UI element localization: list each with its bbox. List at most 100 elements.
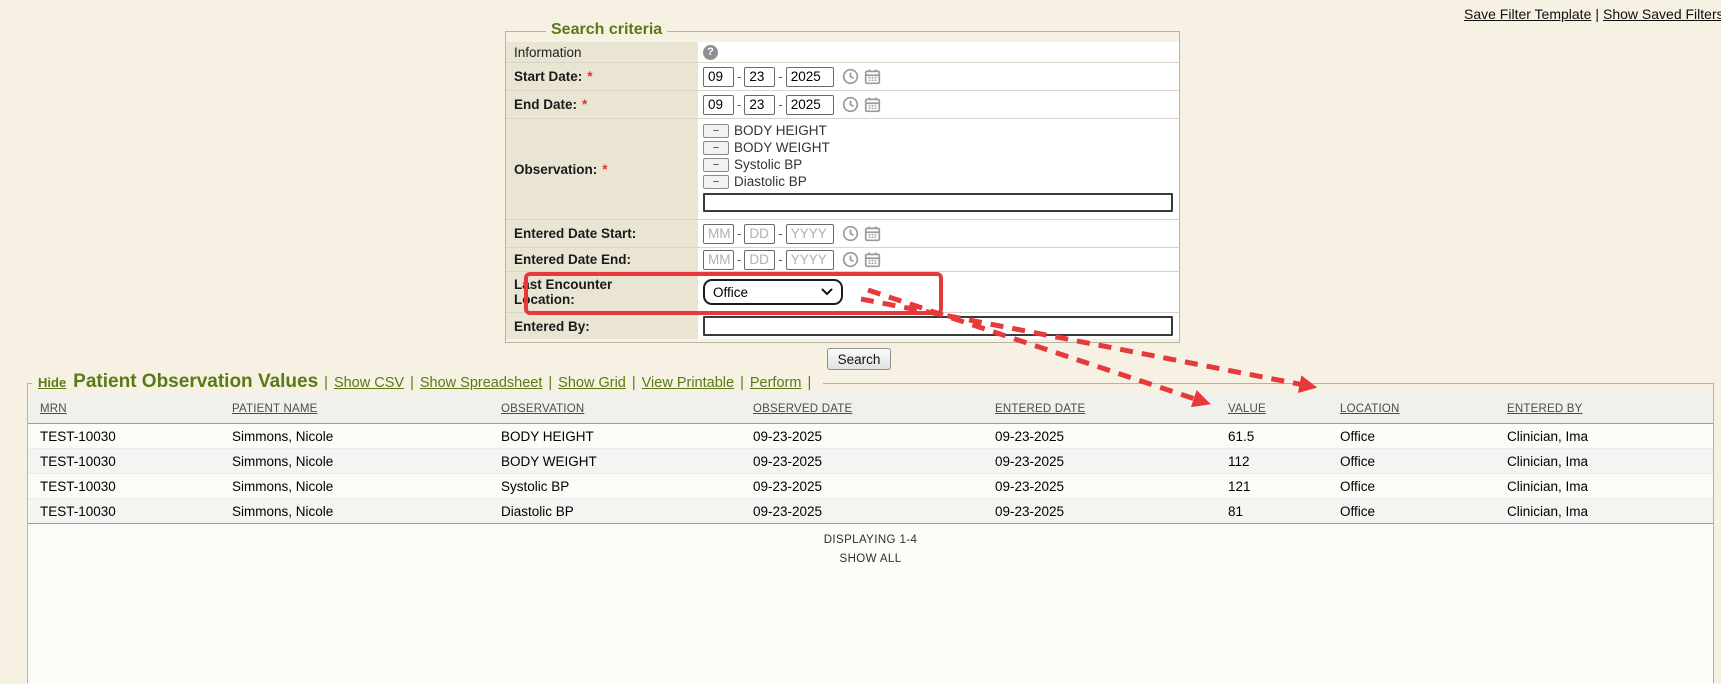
search-criteria-fieldset: Search criteria Information ? Start Date…: [505, 31, 1180, 343]
cell-mrn: TEST-10030: [28, 479, 232, 494]
entered-date-end-day-input[interactable]: [744, 250, 775, 270]
column-header-location[interactable]: LOCATION: [1340, 403, 1507, 415]
start-date-label: Start Date:: [514, 69, 582, 84]
clock-icon[interactable]: [842, 251, 859, 268]
remove-observation-button[interactable]: −: [703, 175, 729, 189]
patient-observation-values-section: Hide Patient Observation Values | Show C…: [27, 383, 1714, 683]
entered-date-end-month-input[interactable]: [703, 250, 734, 270]
cell-observation: Systolic BP: [501, 479, 753, 494]
save-filter-template-link[interactable]: Save Filter Template: [1464, 6, 1591, 22]
entered-date-start-year-input[interactable]: [786, 224, 834, 244]
entered-date-end-year-input[interactable]: [786, 250, 834, 270]
observation-item: − BODY HEIGHT: [703, 122, 1179, 139]
cell-observed-date: 09-23-2025: [753, 479, 995, 494]
remove-observation-button[interactable]: −: [703, 158, 729, 172]
legend-separator: |: [734, 375, 750, 391]
entered-by-label: Entered By:: [514, 319, 590, 334]
date-dash: -: [737, 97, 741, 112]
clock-icon[interactable]: [842, 68, 859, 85]
cell-mrn: TEST-10030: [28, 429, 232, 444]
start-date-day-input[interactable]: [744, 67, 775, 87]
end-date-year-input[interactable]: [786, 95, 834, 115]
observation-item-label: BODY WEIGHT: [734, 140, 830, 155]
observation-item: − BODY WEIGHT: [703, 139, 1179, 156]
entered-date-start-month-input[interactable]: [703, 224, 734, 244]
links-separator: |: [1591, 6, 1603, 22]
observation-label: Observation:: [514, 162, 597, 177]
cell-value: 112: [1228, 454, 1340, 469]
entered-date-start-day-input[interactable]: [744, 224, 775, 244]
column-header-entered-by[interactable]: ENTERED BY: [1507, 403, 1713, 415]
show-csv-link[interactable]: Show CSV: [334, 375, 404, 391]
column-header-value[interactable]: VALUE: [1228, 403, 1340, 415]
cell-observed-date: 09-23-2025: [753, 504, 995, 519]
entered-by-input[interactable]: [703, 316, 1173, 336]
legend-separator: |: [318, 375, 334, 391]
observation-search-input[interactable]: [703, 193, 1173, 212]
calendar-icon[interactable]: [864, 251, 881, 268]
cell-entered-date: 09-23-2025: [995, 504, 1228, 519]
table-row: TEST-10030 Simmons, Nicole Systolic BP 0…: [28, 474, 1713, 499]
view-printable-link[interactable]: View Printable: [642, 375, 734, 391]
show-all-link[interactable]: SHOW ALL: [28, 553, 1713, 565]
observation-row: Observation: * − BODY HEIGHT − BODY WEIGH…: [506, 119, 1179, 220]
last-encounter-location-select[interactable]: Office: [703, 279, 843, 305]
observation-item-label: Systolic BP: [734, 157, 802, 172]
clock-icon[interactable]: [842, 225, 859, 242]
end-date-month-input[interactable]: [703, 95, 734, 115]
start-date-row: Start Date:* - -: [506, 63, 1179, 91]
observation-item: − Systolic BP: [703, 156, 1179, 173]
show-saved-filters-link[interactable]: Show Saved Filters: [1603, 6, 1721, 22]
calendar-icon[interactable]: [864, 225, 881, 242]
results-title: Patient Observation Values: [73, 371, 318, 393]
cell-patient-name: Simmons, Nicole: [232, 429, 501, 444]
perform-link[interactable]: Perform: [750, 375, 802, 391]
selected-location-value: Office: [713, 285, 748, 300]
legend-separator: |: [404, 375, 420, 391]
end-date-label: End Date:: [514, 97, 577, 112]
help-icon[interactable]: ?: [703, 45, 718, 60]
date-dash: -: [778, 97, 782, 112]
legend-separator: |: [801, 375, 817, 391]
required-asterisk: *: [582, 97, 587, 112]
displaying-count: DISPLAYING 1-4: [28, 534, 1713, 546]
cell-location: Office: [1340, 454, 1507, 469]
column-header-entered-date[interactable]: ENTERED DATE: [995, 403, 1228, 415]
end-date-day-input[interactable]: [744, 95, 775, 115]
show-grid-link[interactable]: Show Grid: [558, 375, 626, 391]
last-encounter-location-row: Last Encounter Location: Office: [506, 272, 1179, 313]
date-dash: -: [778, 226, 782, 241]
column-header-observed-date[interactable]: OBSERVED DATE: [753, 403, 995, 415]
search-button[interactable]: Search: [827, 348, 891, 370]
cell-value: 81: [1228, 504, 1340, 519]
cell-observation: BODY HEIGHT: [501, 429, 753, 444]
required-asterisk: *: [602, 162, 607, 177]
remove-observation-button[interactable]: −: [703, 141, 729, 155]
remove-observation-button[interactable]: −: [703, 124, 729, 138]
search-criteria-legend: Search criteria: [546, 20, 667, 40]
calendar-icon[interactable]: [864, 96, 881, 113]
show-spreadsheet-link[interactable]: Show Spreadsheet: [420, 375, 543, 391]
hide-link[interactable]: Hide: [38, 375, 66, 390]
cell-entered-by: Clinician, Ima: [1507, 429, 1713, 444]
table-row: TEST-10030 Simmons, Nicole BODY HEIGHT 0…: [28, 424, 1713, 449]
required-asterisk: *: [587, 69, 592, 84]
observation-item-label: Diastolic BP: [734, 174, 807, 189]
cell-entered-by: Clinician, Ima: [1507, 479, 1713, 494]
cell-location: Office: [1340, 479, 1507, 494]
clock-icon[interactable]: [842, 96, 859, 113]
cell-entered-date: 09-23-2025: [995, 454, 1228, 469]
entered-date-start-label: Entered Date Start:: [514, 226, 636, 241]
calendar-icon[interactable]: [864, 68, 881, 85]
column-header-observation[interactable]: OBSERVATION: [501, 403, 753, 415]
last-encounter-location-label: Last Encounter Location:: [514, 277, 639, 307]
start-date-year-input[interactable]: [786, 67, 834, 87]
end-date-row: End Date: * - -: [506, 91, 1179, 119]
cell-value: 61.5: [1228, 429, 1340, 444]
date-dash: -: [778, 252, 782, 267]
column-header-patient-name[interactable]: PATIENT NAME: [232, 403, 501, 415]
cell-mrn: TEST-10030: [28, 454, 232, 469]
entered-date-end-label: Entered Date End:: [514, 252, 631, 267]
start-date-month-input[interactable]: [703, 67, 734, 87]
column-header-mrn[interactable]: MRN: [28, 403, 232, 415]
